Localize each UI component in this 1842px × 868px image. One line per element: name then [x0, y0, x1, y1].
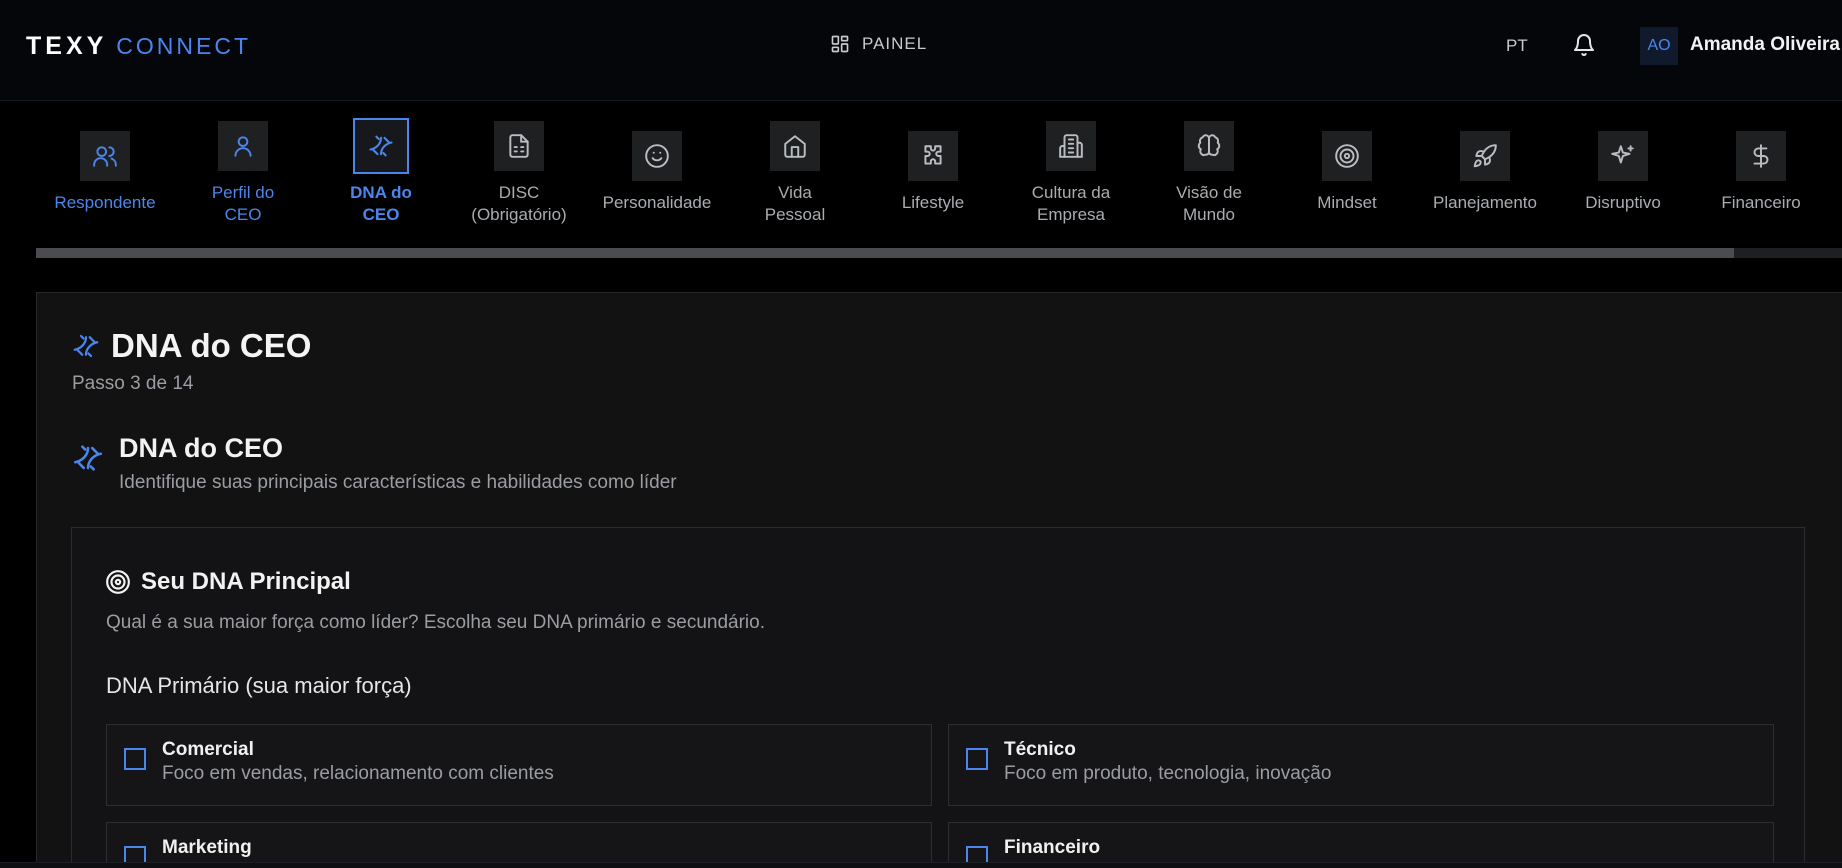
- step-label: Mindset: [1317, 193, 1377, 212]
- step-label: Respondente: [54, 193, 156, 212]
- step-label: Planejamento: [1433, 193, 1537, 212]
- step-label: Disruptivo: [1585, 193, 1661, 212]
- main-panel: DNA do CEO Passo 3 de 14 DNA do CEO Iden…: [36, 292, 1842, 868]
- dashboard-icon: [831, 35, 849, 53]
- step-label: Perfil do CEO: [211, 183, 275, 224]
- step-icon-box: [908, 131, 958, 181]
- step-icon-box: [1598, 131, 1648, 181]
- logo-secondary: CONNECT: [116, 33, 252, 59]
- option-description: Foco em vendas, relacionamento com clien…: [162, 763, 554, 784]
- step-vida-pessoal[interactable]: Vida Pessoal: [726, 121, 864, 226]
- card-description: Qual é a sua maior força como líder? Esc…: [106, 612, 765, 633]
- step-disruptivo[interactable]: Disruptivo: [1554, 131, 1692, 214]
- primary-dna-label: DNA Primário (sua maior força): [106, 673, 412, 698]
- step-financeiro[interactable]: Financeiro: [1692, 131, 1830, 214]
- option-comercial[interactable]: Comercial Foco em vendas, relacionamento…: [106, 724, 932, 806]
- smile-icon: [645, 144, 669, 168]
- step-label: Financeiro: [1721, 193, 1801, 212]
- step-label: Personalidade: [602, 193, 712, 212]
- step-mindset[interactable]: Mindset: [1278, 131, 1416, 214]
- sparkles-icon: [1611, 145, 1634, 164]
- painel-label: PAINEL: [862, 34, 928, 53]
- step-icon-box: [1184, 121, 1234, 171]
- step-visao-de-mundo[interactable]: Visão de Mundo: [1140, 121, 1278, 226]
- status-strip: [0, 862, 1842, 868]
- brain-icon: [1197, 134, 1221, 157]
- progress-bar: [36, 248, 1842, 258]
- logo[interactable]: TEXY CONNECT: [26, 32, 251, 61]
- puzzle-icon: [924, 145, 942, 165]
- step-label: Lifestyle: [901, 193, 965, 212]
- building-icon: [1059, 134, 1083, 158]
- painel-nav-button[interactable]: PAINEL: [830, 34, 927, 54]
- step-disc[interactable]: DISC (Obrigatório): [450, 121, 588, 226]
- option-description: Foco em produto, tecnologia, inovação: [1004, 763, 1332, 784]
- dollar-icon: [1753, 144, 1769, 168]
- step-icon-box: [353, 118, 409, 174]
- step-perfil-do-ceo[interactable]: Perfil do CEO: [174, 121, 312, 226]
- step-label: DNA do CEO: [350, 183, 412, 224]
- user-icon: [234, 136, 252, 157]
- option-title: Técnico: [1004, 739, 1076, 760]
- dna-card: Seu DNA Principal Qual é a sua maior for…: [71, 527, 1805, 868]
- dna-icon: [369, 135, 393, 157]
- target-icon: [106, 570, 130, 594]
- page-title-text: DNA do CEO: [111, 327, 312, 364]
- step-icon-box: [770, 121, 820, 171]
- dna-icon: [73, 334, 99, 358]
- logo-primary: TEXY: [26, 32, 108, 60]
- step-dna-do-ceo[interactable]: DNA do CEO: [312, 118, 450, 226]
- users-icon: [93, 146, 117, 167]
- step-icon-box: [1322, 131, 1372, 181]
- language-selector[interactable]: PT: [1506, 36, 1528, 56]
- step-label: Visão de Mundo: [1176, 183, 1242, 224]
- step-planejamento[interactable]: Planejamento: [1416, 131, 1554, 214]
- step-respondente[interactable]: Respondente: [36, 131, 174, 214]
- step-label: Vida Pessoal: [764, 183, 826, 224]
- step-icon-box: [494, 121, 544, 171]
- user-name[interactable]: Amanda Oliveira: [1690, 34, 1840, 56]
- section-header: DNA do CEO Identifique suas principais c…: [71, 433, 677, 494]
- step-icon-box: [80, 131, 130, 181]
- step-icon-box: [1736, 131, 1786, 181]
- document-icon: [509, 134, 529, 158]
- option-tecnico[interactable]: Técnico Foco em produto, tecnologia, ino…: [948, 724, 1774, 806]
- option-title: Financeiro: [1004, 837, 1101, 858]
- section-title: DNA do CEO: [119, 433, 283, 463]
- bell-icon: [1574, 34, 1594, 56]
- notifications-button[interactable]: [1572, 33, 1596, 62]
- page-title: DNA do CEO: [71, 327, 311, 365]
- option-checkbox[interactable]: [966, 748, 988, 770]
- option-title: Marketing: [162, 837, 252, 858]
- rocket-icon: [1473, 144, 1497, 168]
- top-bar: TEXY CONNECT PAINEL PT AO Amanda Oliveira: [0, 0, 1842, 101]
- step-personalidade[interactable]: Personalidade: [588, 131, 726, 214]
- option-title: Comercial: [162, 739, 254, 760]
- step-counter: Passo 3 de 14: [72, 373, 194, 394]
- step-lifestyle[interactable]: Lifestyle: [864, 131, 1002, 214]
- dna-icon: [73, 445, 103, 471]
- section-description: Identifique suas principais característi…: [119, 472, 677, 493]
- step-icon-box: [1046, 121, 1096, 171]
- option-checkbox[interactable]: [124, 748, 146, 770]
- target-icon: [1335, 144, 1359, 168]
- step-icon-box: [1460, 131, 1510, 181]
- progress-fill: [36, 248, 1734, 258]
- step-label: DISC (Obrigatório): [471, 183, 567, 224]
- step-icon-box: [632, 131, 682, 181]
- home-icon: [784, 135, 806, 158]
- step-label: Cultura da Empresa: [1031, 183, 1111, 224]
- card-title-text: Seu DNA Principal: [141, 568, 351, 595]
- step-icon-box: [218, 121, 268, 171]
- step-cultura-da-empresa[interactable]: Cultura da Empresa: [1002, 121, 1140, 226]
- step-navigation: Respondente Perfil do CEO DNA do CEO DIS…: [36, 113, 1842, 233]
- card-title: Seu DNA Principal: [105, 568, 351, 596]
- avatar[interactable]: AO: [1640, 27, 1678, 65]
